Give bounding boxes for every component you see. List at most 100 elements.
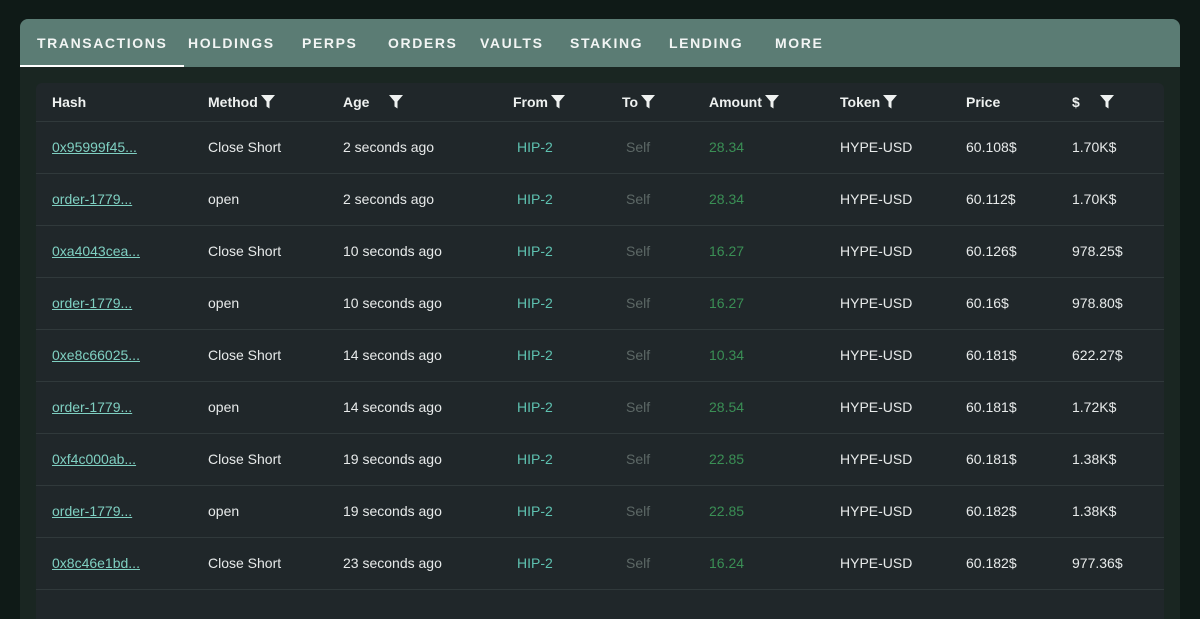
table-row: order-1779... open 14 seconds ago HIP-2 … — [36, 382, 1164, 434]
tx-age: 10 seconds ago — [343, 243, 442, 259]
tab-orders[interactable]: ORDERS — [388, 19, 458, 67]
tx-usd-value: 978.25$ — [1072, 243, 1123, 259]
tx-to: Self — [626, 451, 651, 467]
tx-price: 60.181$ — [966, 451, 1017, 467]
column-header-price: Price — [966, 83, 1000, 121]
filter-icon[interactable] — [260, 95, 275, 109]
column-header-to: To — [622, 83, 656, 121]
tx-usd-value: 1.70K$ — [1072, 191, 1117, 207]
tx-usd-value: 977.36$ — [1072, 555, 1123, 571]
tx-from: HIP-2 — [517, 503, 553, 519]
table-header: Hash Method Age From To Amount Token Pri… — [36, 83, 1164, 122]
column-header-label: Amount — [709, 94, 762, 110]
tx-method: open — [208, 191, 240, 207]
table-row: 0xf4c000ab... Close Short 19 seconds ago… — [36, 434, 1164, 486]
table-row: order-1779... open 2 seconds ago HIP-2 S… — [36, 174, 1164, 226]
tab-perps[interactable]: PERPS — [302, 19, 357, 67]
tx-usd-value: 978.80$ — [1072, 295, 1123, 311]
tx-price: 60.181$ — [966, 399, 1017, 415]
tx-hash-link[interactable]: 0xa4043cea... — [52, 226, 140, 277]
column-header-token: Token — [840, 83, 898, 121]
filter-icon[interactable] — [764, 95, 779, 109]
filter-icon[interactable] — [883, 95, 898, 109]
column-header-label: $ — [1072, 94, 1080, 110]
tx-price: 60.108$ — [966, 139, 1017, 155]
tx-usd-value: 1.70K$ — [1072, 139, 1117, 155]
table-row: 0x95999f45... Close Short 2 seconds ago … — [36, 122, 1164, 174]
tx-method: Close Short — [208, 243, 282, 259]
column-header-label: Token — [840, 94, 881, 110]
tx-age: 14 seconds ago — [343, 399, 442, 415]
tx-hash-link[interactable]: order-1779... — [52, 486, 132, 537]
column-header-amount: Amount — [709, 83, 779, 121]
tx-from: HIP-2 — [517, 295, 553, 311]
tx-token: HYPE-USD — [840, 191, 913, 207]
tab-vaults[interactable]: VAULTS — [480, 19, 544, 67]
tx-hash-link[interactable]: order-1779... — [52, 278, 132, 329]
tx-age: 23 seconds ago — [343, 555, 442, 571]
filter-icon[interactable] — [641, 95, 656, 109]
tx-token: HYPE-USD — [840, 451, 913, 467]
column-header-label: Method — [208, 94, 258, 110]
tx-token: HYPE-USD — [840, 555, 913, 571]
column-header-label: To — [622, 94, 639, 110]
tx-hash-link[interactable]: order-1779... — [52, 382, 132, 433]
filter-icon[interactable] — [389, 95, 404, 109]
filter-icon[interactable] — [1099, 95, 1114, 109]
tx-from: HIP-2 — [517, 191, 553, 207]
tx-age: 14 seconds ago — [343, 347, 442, 363]
transactions-panel: TRANSACTIONS HOLDINGS PERPS ORDERS VAULT… — [20, 19, 1180, 619]
tx-method: Close Short — [208, 555, 282, 571]
table-row: 0xe8c66025... Close Short 14 seconds ago… — [36, 330, 1164, 382]
tx-age: 19 seconds ago — [343, 451, 442, 467]
table-row: 0xa4043cea... Close Short 10 seconds ago… — [36, 226, 1164, 278]
tx-to: Self — [626, 295, 651, 311]
tx-token: HYPE-USD — [840, 503, 913, 519]
tab-staking[interactable]: STAKING — [570, 19, 643, 67]
tx-hash-link[interactable]: 0xf4c000ab... — [52, 434, 136, 485]
tx-usd-value: 1.72K$ — [1072, 399, 1117, 415]
tx-amount: 28.54 — [709, 399, 745, 415]
table-row: order-1779... open 10 seconds ago HIP-2 … — [36, 278, 1164, 330]
table-row: 0x8c46e1bd... Close Short 23 seconds ago… — [36, 538, 1164, 590]
column-header-hash: Hash — [52, 83, 86, 121]
tab-holdings[interactable]: HOLDINGS — [188, 19, 275, 67]
tx-from: HIP-2 — [517, 347, 553, 363]
tx-amount: 22.85 — [709, 503, 745, 519]
tab-bar: TRANSACTIONS HOLDINGS PERPS ORDERS VAULT… — [20, 19, 1180, 67]
tab-lending[interactable]: LENDING — [669, 19, 743, 67]
tx-price: 60.16$ — [966, 295, 1009, 311]
tx-amount: 16.27 — [709, 243, 745, 259]
tx-to: Self — [626, 191, 651, 207]
table-body: 0x95999f45... Close Short 2 seconds ago … — [36, 122, 1164, 590]
column-header-label: Price — [966, 94, 1001, 110]
tx-age: 2 seconds ago — [343, 191, 435, 207]
tx-to: Self — [626, 503, 651, 519]
tx-hash-link[interactable]: 0x8c46e1bd... — [52, 538, 140, 589]
column-header-label: Age — [343, 94, 370, 110]
tx-age: 10 seconds ago — [343, 295, 442, 311]
filter-icon[interactable] — [551, 95, 565, 109]
tx-hash-link[interactable]: 0xe8c66025... — [52, 330, 140, 381]
column-header-label: Hash — [52, 94, 87, 110]
column-header-age: Age — [343, 83, 404, 121]
tx-price: 60.126$ — [966, 243, 1017, 259]
tx-hash-link[interactable]: order-1779... — [52, 174, 132, 225]
column-header-label: From — [513, 94, 548, 110]
tx-method: Close Short — [208, 139, 282, 155]
tx-price: 60.182$ — [966, 503, 1017, 519]
tx-to: Self — [626, 399, 651, 415]
tx-hash-link[interactable]: 0x95999f45... — [52, 122, 137, 173]
tx-age: 2 seconds ago — [343, 139, 435, 155]
tab-transactions[interactable]: TRANSACTIONS — [20, 19, 185, 67]
tab-more[interactable]: MORE — [775, 19, 823, 67]
tx-from: HIP-2 — [517, 243, 553, 259]
column-header-from: From — [513, 83, 565, 121]
tx-price: 60.112$ — [966, 191, 1016, 207]
tx-amount: 28.34 — [709, 139, 745, 155]
tx-to: Self — [626, 555, 651, 571]
tx-method: Close Short — [208, 347, 282, 363]
tx-amount: 28.34 — [709, 191, 745, 207]
tx-to: Self — [626, 139, 651, 155]
tx-age: 19 seconds ago — [343, 503, 442, 519]
